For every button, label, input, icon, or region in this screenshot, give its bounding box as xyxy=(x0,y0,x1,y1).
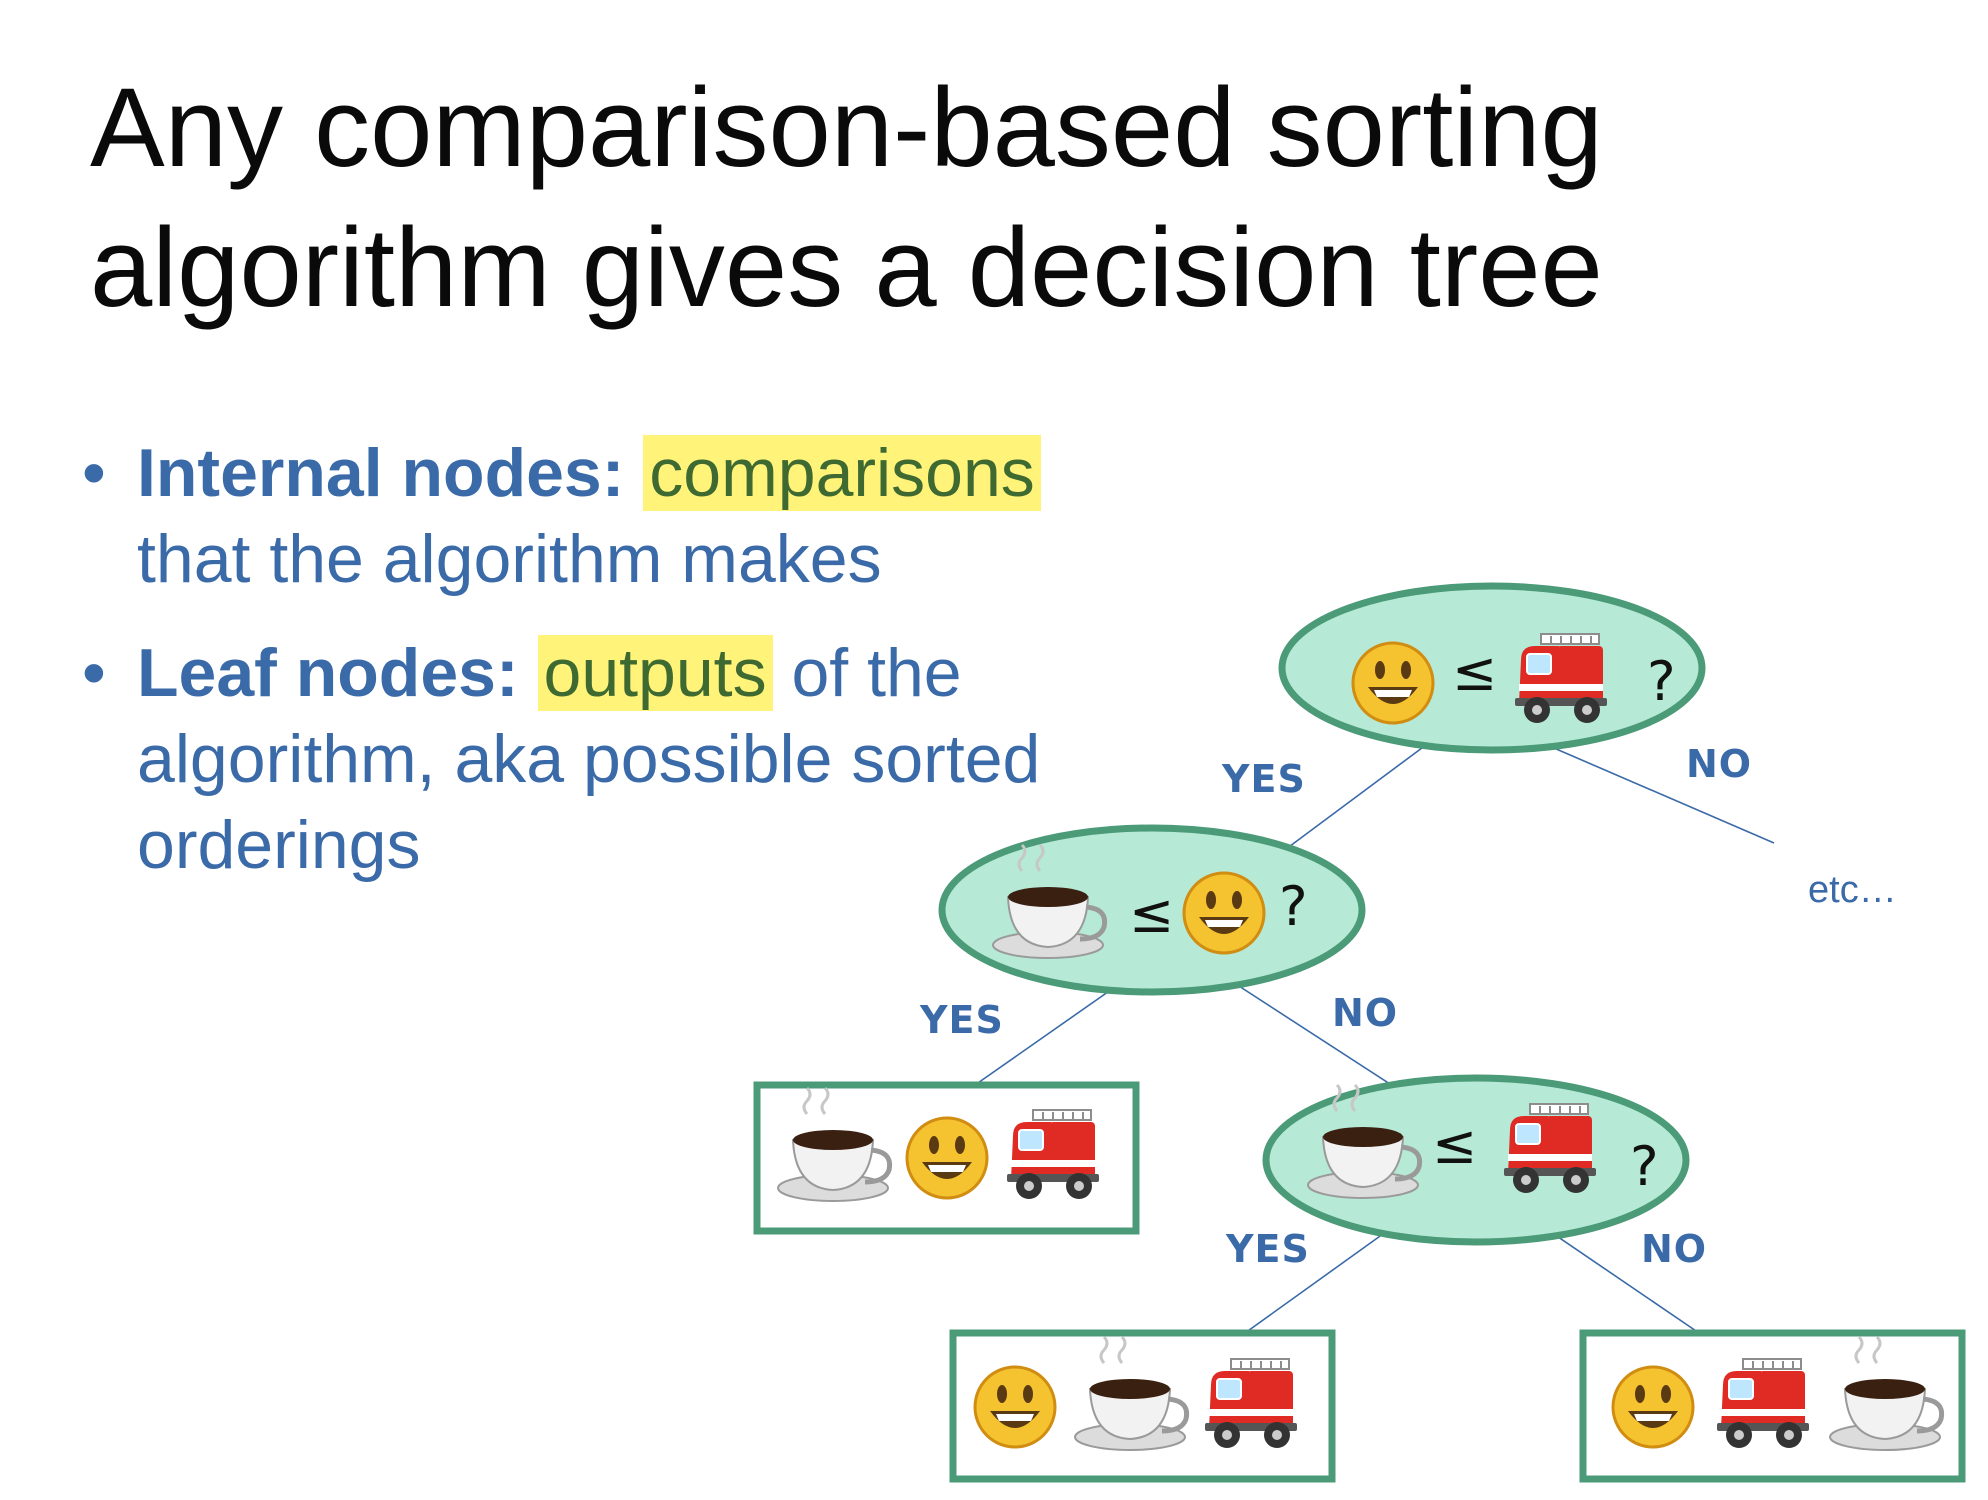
smiley-emoji-icon xyxy=(905,1116,989,1200)
decision-tree: YES NO etc… YES NO YES NO ≤ ? ≤ ? ≤ ? xyxy=(753,582,1966,1483)
smiley-emoji-icon xyxy=(1611,1365,1695,1449)
question-mark: ? xyxy=(1279,875,1308,938)
smiley-emoji-icon xyxy=(1182,871,1266,955)
leaf-node-3 xyxy=(1579,1329,1966,1483)
leq-symbol: ≤ xyxy=(1452,640,1497,703)
edge-label-no: NO xyxy=(1332,991,1398,1035)
leaf-node-2 xyxy=(949,1329,1336,1483)
comparison-node-low: ≤ ? xyxy=(1262,1074,1690,1246)
etc-label: etc… xyxy=(1808,869,1897,911)
edge-label-yes: YES xyxy=(1221,757,1306,801)
edge-label-no: NO xyxy=(1686,742,1752,786)
edge-label-yes: YES xyxy=(1225,1227,1310,1271)
question-mark: ? xyxy=(1647,650,1676,713)
leaf-node-1 xyxy=(753,1081,1140,1235)
comparison-node-mid: ≤ ? xyxy=(938,824,1366,996)
comparison-node-root: ≤ ? xyxy=(1278,582,1706,754)
leq-symbol: ≤ xyxy=(1129,882,1174,945)
leq-symbol: ≤ xyxy=(1432,1113,1477,1176)
question-mark: ? xyxy=(1630,1135,1659,1198)
edge-label-no: NO xyxy=(1641,1227,1707,1271)
smiley-emoji-icon xyxy=(973,1365,1057,1449)
smiley-emoji-icon xyxy=(1351,641,1435,725)
edge-label-yes: YES xyxy=(919,998,1004,1042)
